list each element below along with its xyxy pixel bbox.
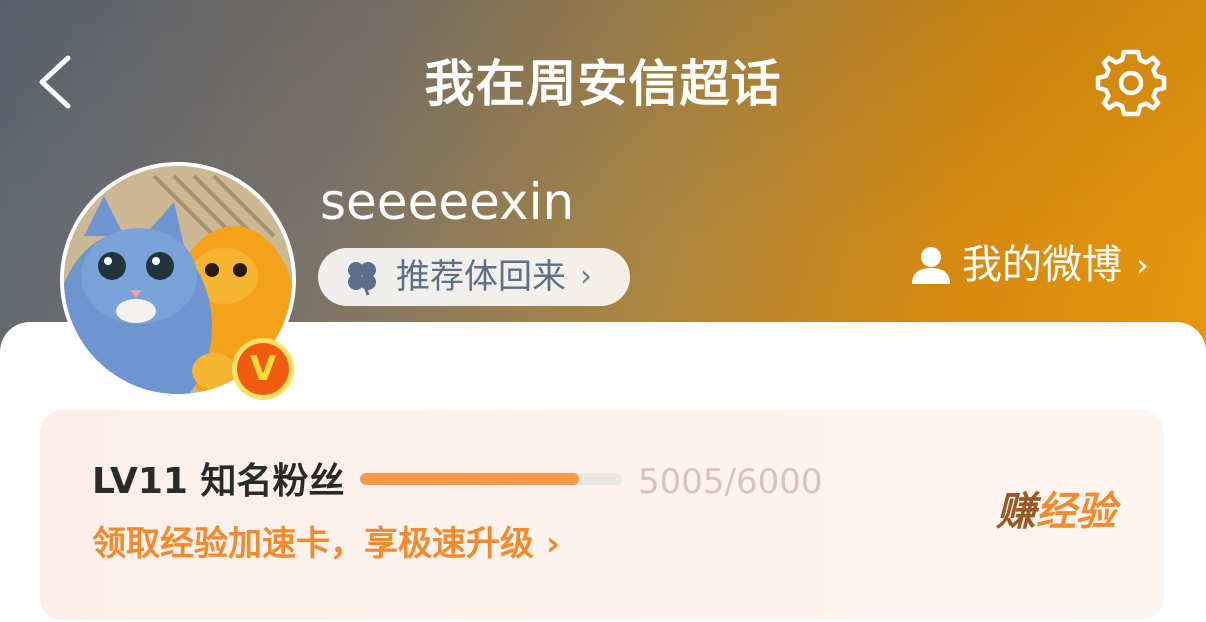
verified-badge: V (232, 338, 294, 400)
earn-exp-button[interactable]: 赚经验 (996, 488, 1116, 536)
level-progress-count: 5005/6000 (638, 462, 823, 502)
chevron-right-icon: › (580, 259, 592, 294)
earn-exp-label-2: 经验 (1036, 489, 1116, 535)
recommend-pill-button[interactable]: 推荐体回来 › (318, 248, 630, 306)
level-progress-fill (360, 473, 579, 485)
boost-card-link[interactable]: 领取经验加速卡，享极速升级 › (92, 520, 560, 568)
gear-icon (1095, 49, 1167, 117)
level-title: LV11 知名粉丝 (92, 461, 345, 502)
username: seeeeexin (320, 173, 575, 231)
page-title: 我在周安信超话 (424, 55, 782, 113)
settings-button[interactable] (1094, 46, 1168, 120)
person-icon (912, 247, 950, 284)
chevron-right-icon: › (1136, 246, 1149, 284)
recommend-pill-label: 推荐体回来 (396, 257, 566, 297)
my-weibo-link[interactable]: 我的微博 › (910, 238, 1149, 292)
verified-v-icon: V (237, 343, 289, 395)
clover-icon (348, 262, 376, 296)
level-progress-bar (360, 473, 622, 485)
my-weibo-label: 我的微博 (962, 242, 1122, 288)
earn-exp-label-1: 赚 (996, 489, 1036, 535)
